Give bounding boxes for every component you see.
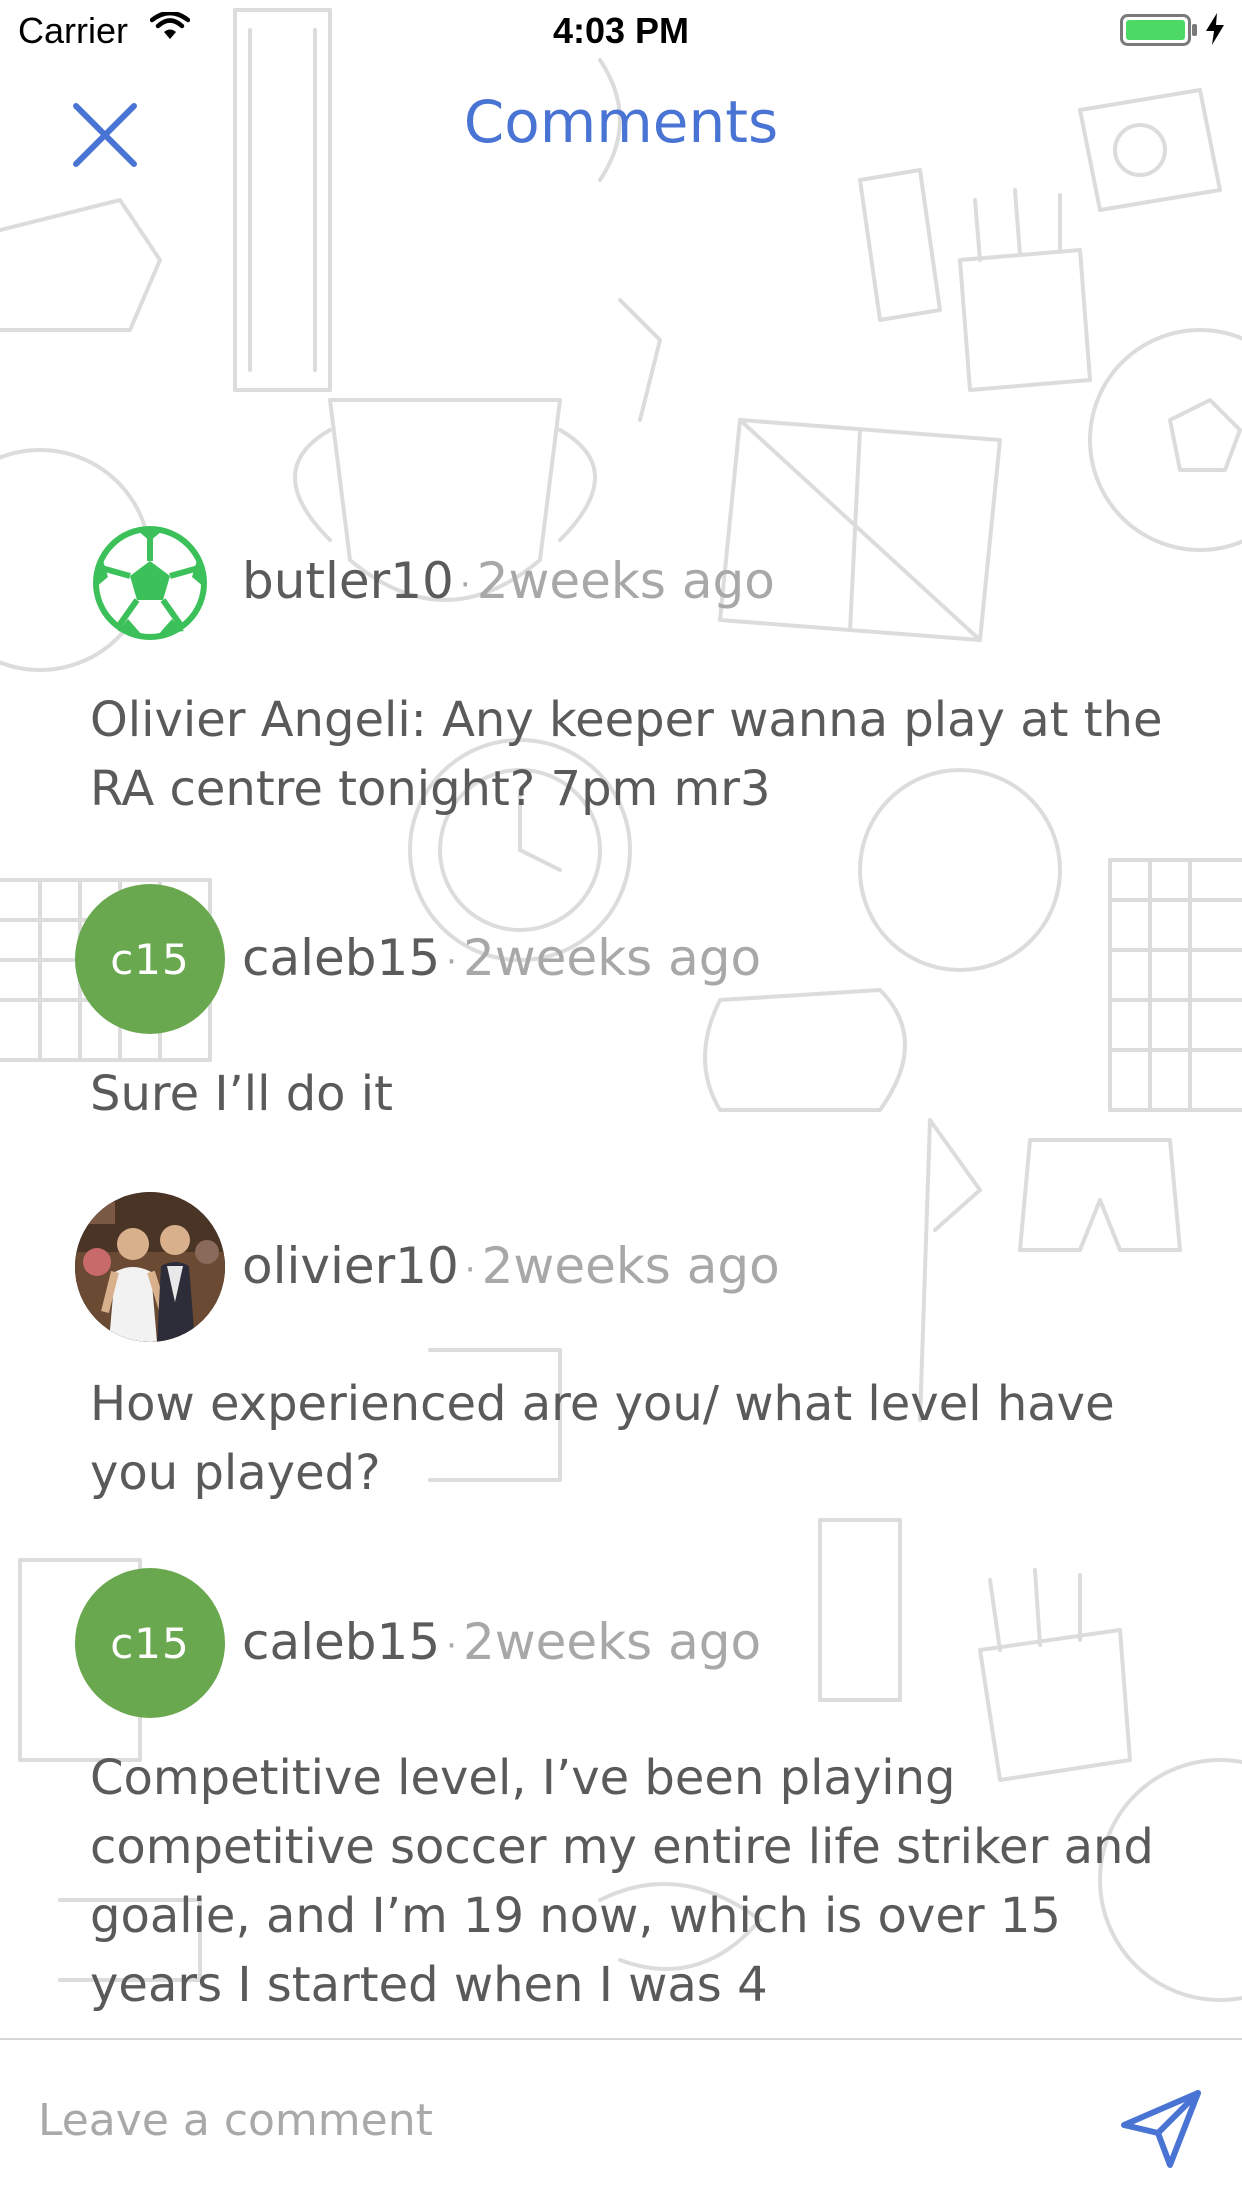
status-bar: Carrier 4:03 PM <box>0 0 1242 60</box>
comment-text: How experienced are you/ what level have… <box>90 1376 1115 1501</box>
avatar[interactable]: c15 <box>75 1568 225 1718</box>
send-paper-plane-icon <box>1121 2090 1201 2168</box>
avatar-initials: c15 <box>110 1618 190 1668</box>
comment-meta: caleb15 · 2weeks ago <box>242 1613 761 1671</box>
comment-username[interactable]: butler10 <box>242 552 454 610</box>
separator-dot: · <box>446 941 457 982</box>
charging-bolt-icon <box>1204 12 1226 51</box>
comment-text: Competitive level, I’ve been playing com… <box>90 1750 1154 2013</box>
comment-time: 2weeks ago <box>462 929 762 987</box>
separator-dot: · <box>464 1249 476 1290</box>
comment-composer <box>0 2038 1242 2210</box>
comment-header: butler10 · 2weeks ago <box>0 508 1242 658</box>
comment-text: Olivier Angeli: Any keeper wanna play at… <box>90 692 1163 817</box>
separator-dot: · <box>459 564 471 605</box>
comment-header: c15 caleb15 · 2weeks ago <box>0 884 1242 1034</box>
avatar[interactable]: c15 <box>75 884 225 1034</box>
avatar[interactable] <box>75 1192 225 1342</box>
comment-time: 2weeks ago <box>481 1237 780 1295</box>
comment-header: c15 caleb15 · 2weeks ago <box>0 1568 1242 1718</box>
comment-time: 2weeks ago <box>462 1613 762 1671</box>
comment-username[interactable]: caleb15 <box>242 929 440 987</box>
avatar-initials: c15 <box>110 934 190 984</box>
comment-meta: olivier10 · 2weeks ago <box>242 1237 780 1295</box>
avatar[interactable] <box>75 508 225 658</box>
battery-icon <box>1120 14 1198 51</box>
status-time: 4:03 PM <box>552 10 690 51</box>
page-title: Comments <box>463 88 779 156</box>
send-button[interactable] <box>1115 2082 1207 2174</box>
comment-meta: caleb15 · 2weeks ago <box>242 929 761 987</box>
comment-input[interactable] <box>38 2080 1098 2160</box>
comment-text: Sure I’ll do it <box>90 1066 393 1122</box>
comment-header: olivier10 · 2weeks ago <box>0 1192 1242 1342</box>
comment-time: 2weeks ago <box>476 552 775 610</box>
comment-username[interactable]: olivier10 <box>242 1237 459 1295</box>
header: Comments <box>0 60 1242 190</box>
profile-photo <box>75 1192 225 1342</box>
separator-dot: · <box>446 1625 457 1666</box>
comment-username[interactable]: caleb15 <box>242 1613 440 1671</box>
soccer-ball-icon <box>93 526 207 640</box>
comment-meta: butler10 · 2weeks ago <box>242 552 775 610</box>
